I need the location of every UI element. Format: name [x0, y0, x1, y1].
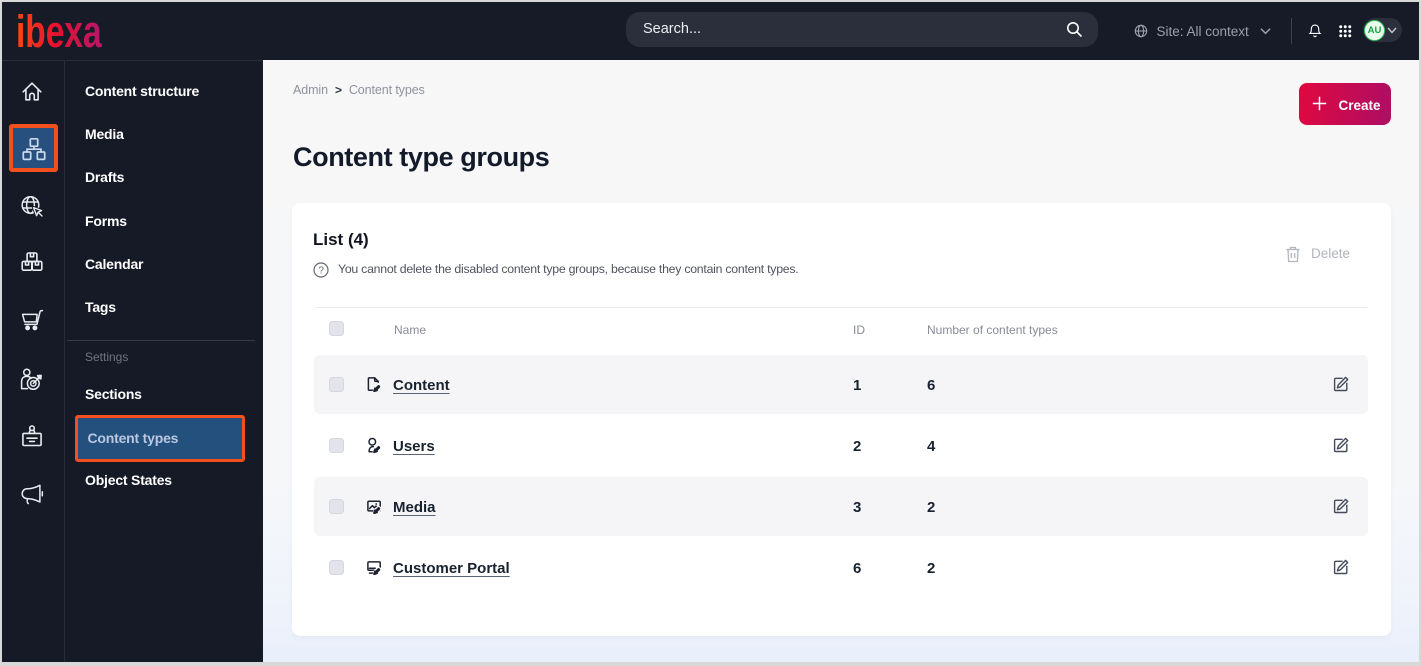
svg-text:?: ?	[318, 266, 324, 277]
svg-text:ibexa: ibexa	[16, 13, 102, 53]
